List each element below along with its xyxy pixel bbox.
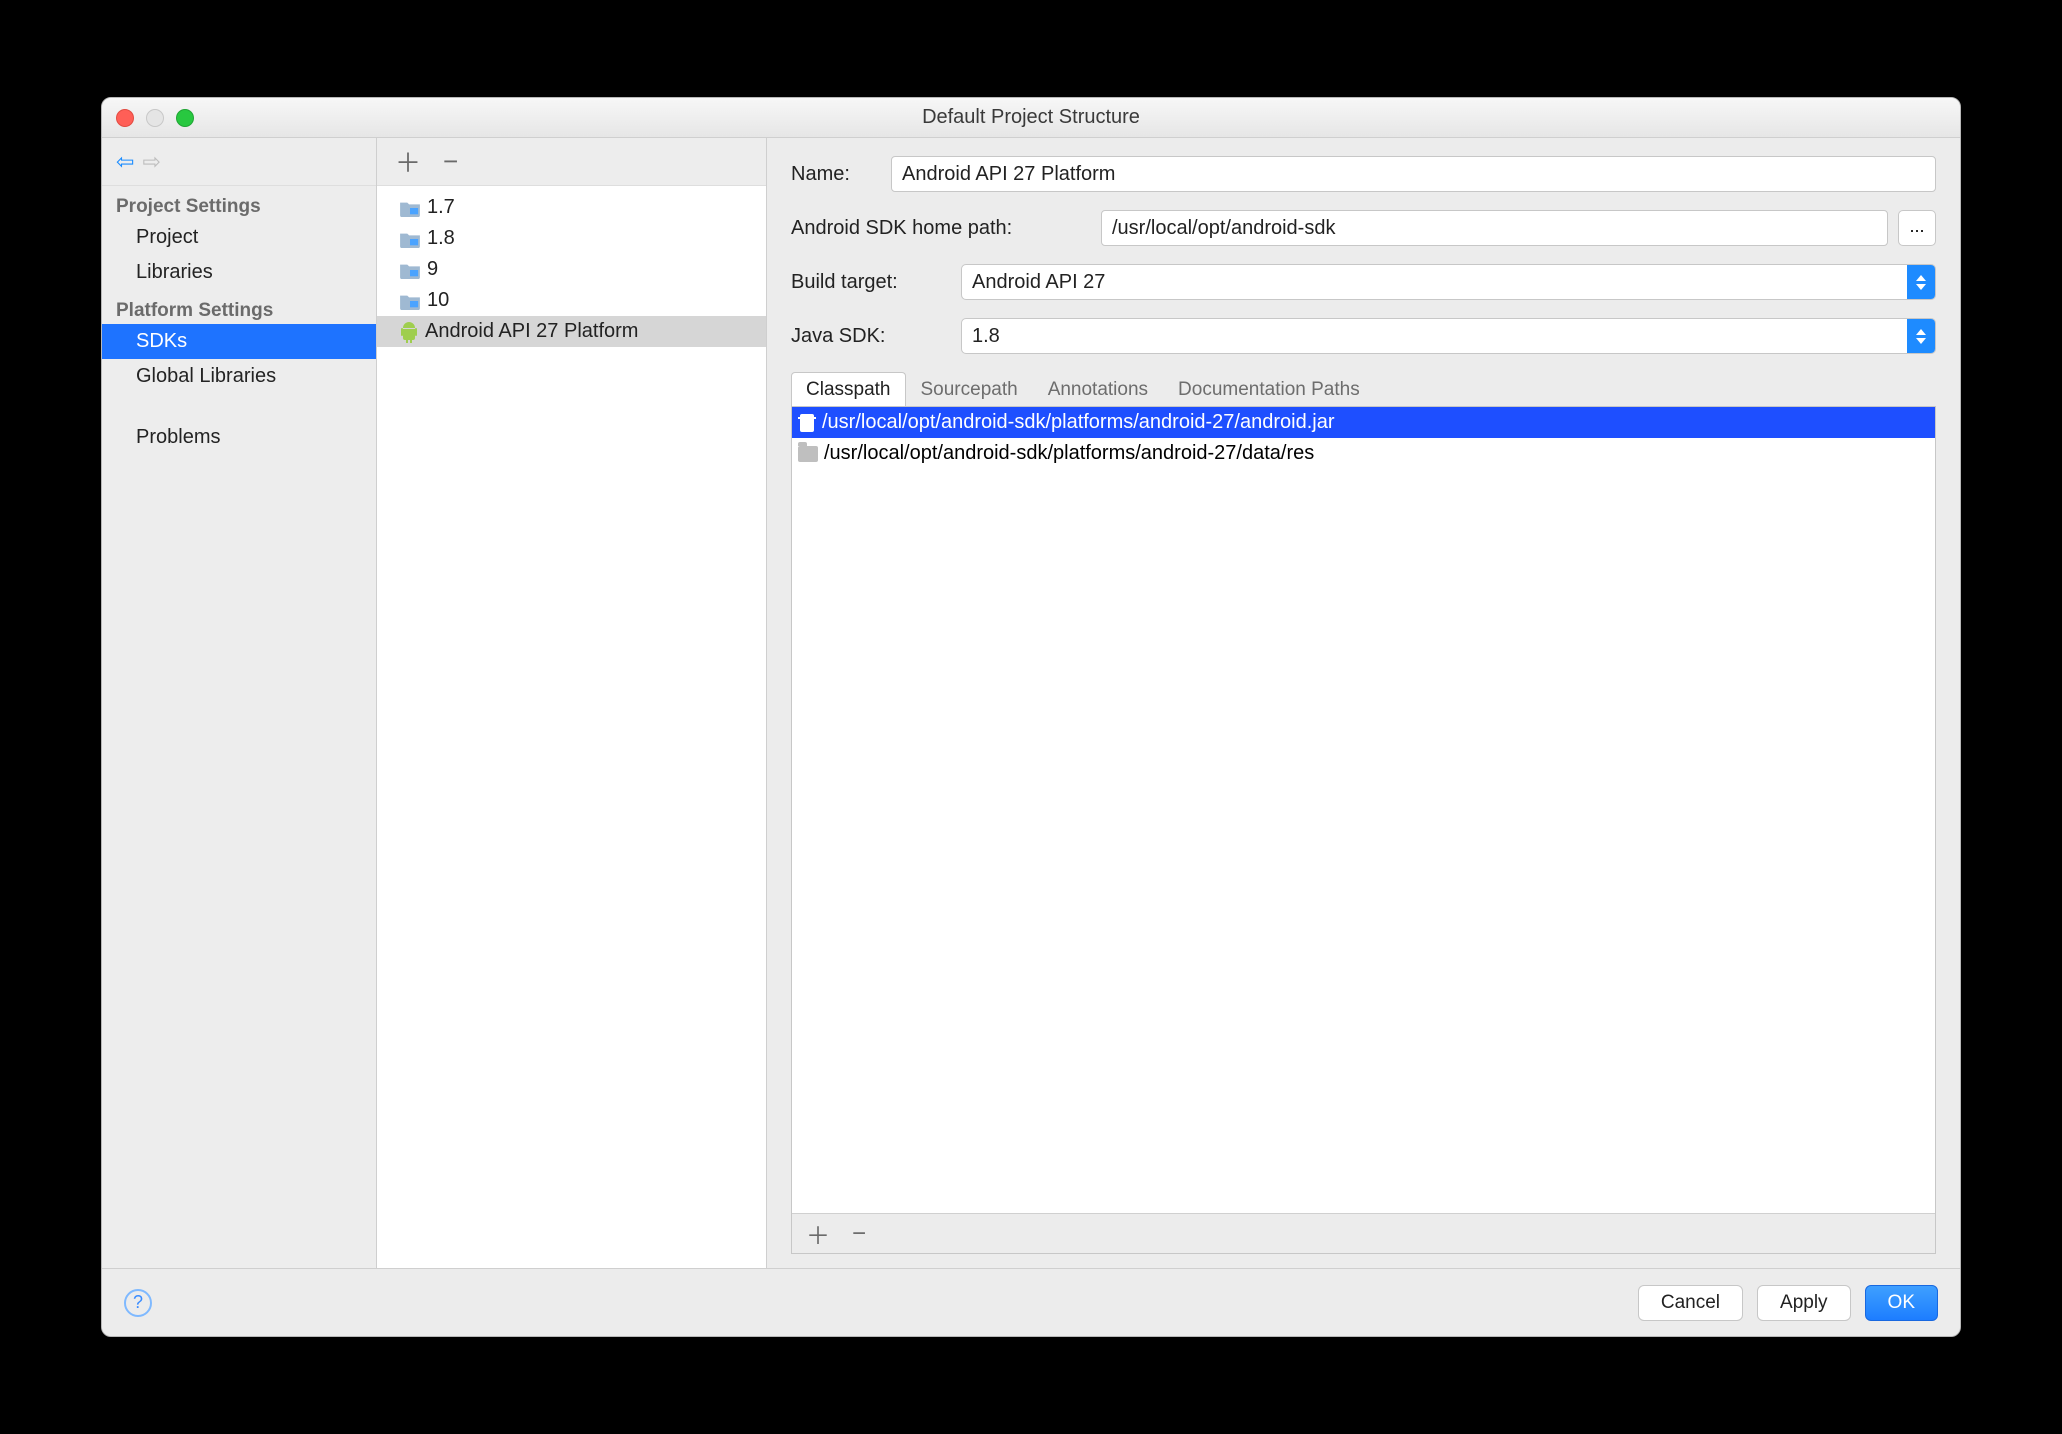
nav-item-global-libraries[interactable]: Global Libraries — [102, 359, 376, 394]
tab-sourcepath[interactable]: Sourcepath — [906, 372, 1033, 407]
build-target-value: Android API 27 — [972, 271, 1105, 294]
add-icon[interactable]: ＋ — [806, 1216, 830, 1251]
sdk-item[interactable]: Android API 27 Platform — [377, 316, 766, 347]
sdk-item[interactable]: 9 — [377, 254, 766, 285]
nav-item-libraries[interactable]: Libraries — [102, 255, 376, 290]
sdk-home-input[interactable] — [1101, 210, 1888, 246]
ok-button[interactable]: OK — [1865, 1285, 1938, 1321]
jdk-folder-icon — [399, 199, 421, 217]
browse-button[interactable]: ... — [1898, 210, 1936, 246]
sdk-item-label: 9 — [427, 258, 438, 281]
nav-section-project: Project Settings — [102, 186, 376, 220]
java-sdk-value: 1.8 — [972, 325, 1000, 348]
android-icon — [399, 321, 419, 343]
nav-section-platform: Platform Settings — [102, 290, 376, 324]
back-icon[interactable]: ⇦ — [116, 149, 134, 175]
folder-icon — [798, 446, 818, 462]
add-icon[interactable]: ＋ — [395, 143, 421, 180]
classpath-entry[interactable]: /usr/local/opt/android-sdk/platforms/and… — [792, 438, 1935, 469]
remove-icon[interactable]: − — [852, 1220, 866, 1248]
sdk-list-panel: ＋ − 1.7 1.8 9 10 — [377, 138, 767, 1268]
name-input[interactable] — [891, 156, 1936, 192]
sdk-item[interactable]: 1.8 — [377, 223, 766, 254]
help-icon[interactable]: ? — [124, 1289, 152, 1317]
sdk-item-label: 1.8 — [427, 227, 455, 250]
jdk-folder-icon — [399, 230, 421, 248]
sdk-list-toolbar: ＋ − — [377, 138, 766, 186]
tab-documentation-paths[interactable]: Documentation Paths — [1163, 372, 1375, 407]
nav-history: ⇦ ⇨ — [102, 138, 376, 186]
classpath-list: /usr/local/opt/android-sdk/platforms/and… — [792, 407, 1935, 1213]
classpath-panel: /usr/local/opt/android-sdk/platforms/and… — [791, 406, 1936, 1254]
classpath-entry[interactable]: /usr/local/opt/android-sdk/platforms/and… — [792, 407, 1935, 438]
cancel-button[interactable]: Cancel — [1638, 1285, 1743, 1321]
sdk-home-label: Android SDK home path: — [791, 217, 1101, 240]
nav-item-project[interactable]: Project — [102, 220, 376, 255]
titlebar: Default Project Structure — [102, 98, 1960, 138]
dialog-window: Default Project Structure ⇦ ⇨ Project Se… — [101, 97, 1961, 1337]
sdk-item[interactable]: 1.7 — [377, 192, 766, 223]
remove-icon[interactable]: − — [443, 146, 458, 177]
classpath-toolbar: ＋ − — [792, 1213, 1935, 1253]
tab-annotations[interactable]: Annotations — [1033, 372, 1163, 407]
chevron-up-down-icon — [1907, 265, 1935, 299]
sdk-item-label: 1.7 — [427, 196, 455, 219]
sdk-item-label: 10 — [427, 289, 449, 312]
jdk-folder-icon — [399, 292, 421, 310]
window-title: Default Project Structure — [102, 106, 1960, 129]
sdk-item-label: Android API 27 Platform — [425, 320, 638, 343]
left-nav: ⇦ ⇨ Project Settings Project Libraries P… — [102, 138, 377, 1268]
jar-icon — [798, 413, 816, 433]
chevron-up-down-icon — [1907, 319, 1935, 353]
nav-item-problems[interactable]: Problems — [102, 420, 376, 455]
dialog-footer: ? Cancel Apply OK — [102, 1268, 1960, 1336]
classpath-path: /usr/local/opt/android-sdk/platforms/and… — [824, 442, 1314, 465]
name-label: Name: — [791, 163, 891, 186]
nav-item-sdks[interactable]: SDKs — [102, 324, 376, 359]
apply-button[interactable]: Apply — [1757, 1285, 1851, 1321]
build-target-label: Build target: — [791, 271, 961, 294]
tab-classpath[interactable]: Classpath — [791, 372, 906, 407]
detail-tabs: Classpath Sourcepath Annotations Documen… — [791, 372, 1936, 407]
sdk-tree: 1.7 1.8 9 10 Android API 27 Platform — [377, 186, 766, 1268]
classpath-path: /usr/local/opt/android-sdk/platforms/and… — [822, 411, 1335, 434]
build-target-select[interactable]: Android API 27 — [961, 264, 1936, 300]
sdk-item[interactable]: 10 — [377, 285, 766, 316]
jdk-folder-icon — [399, 261, 421, 279]
java-sdk-select[interactable]: 1.8 — [961, 318, 1936, 354]
detail-panel: Name: Android SDK home path: ... Build t… — [767, 138, 1960, 1268]
forward-icon: ⇨ — [142, 149, 160, 175]
java-sdk-label: Java SDK: — [791, 325, 961, 348]
